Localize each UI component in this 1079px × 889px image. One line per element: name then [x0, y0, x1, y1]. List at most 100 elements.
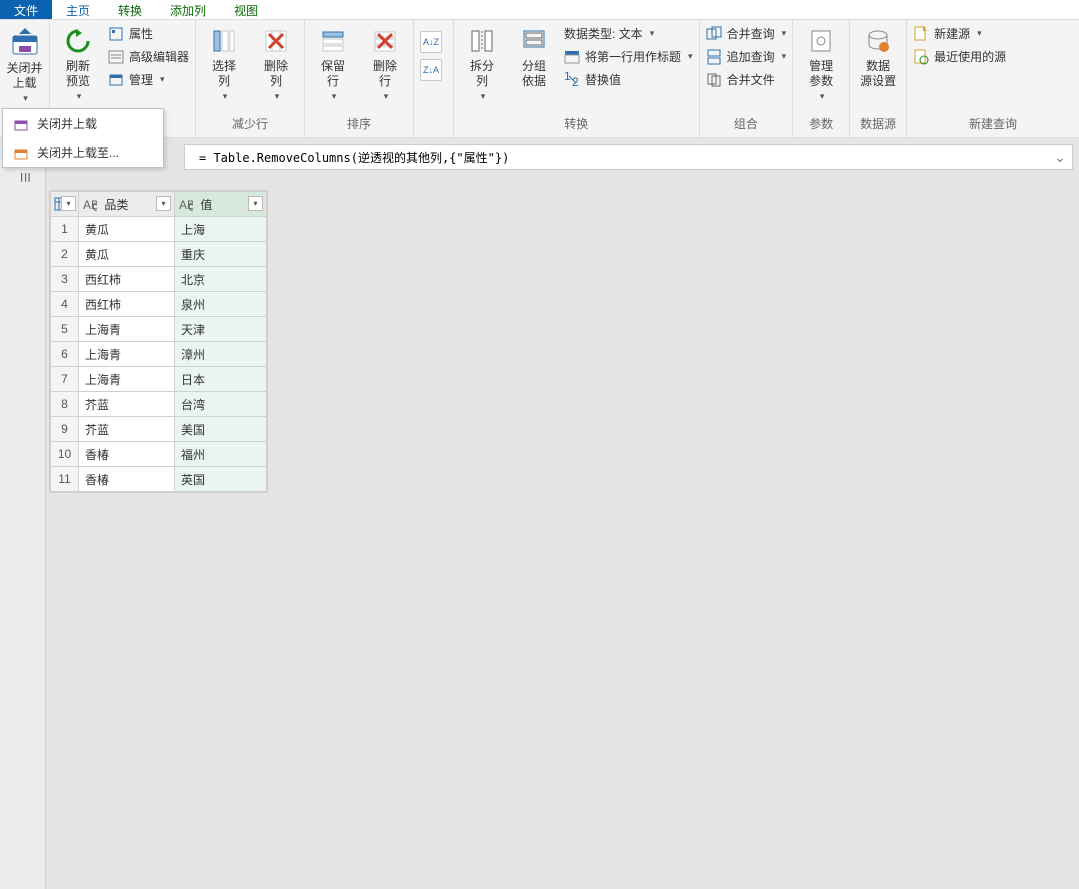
- advanced-editor-button[interactable]: 高级编辑器: [108, 48, 189, 65]
- append-queries-button[interactable]: 追加查询▾: [706, 48, 787, 65]
- svg-text:C: C: [92, 200, 97, 212]
- replace-values-button[interactable]: 12替换值: [564, 71, 693, 88]
- datasource-icon: [862, 25, 894, 57]
- manage-parameters-button[interactable]: 管理 参数▾: [799, 23, 843, 104]
- column-header-category[interactable]: ABC 品类 ▾: [79, 192, 175, 217]
- properties-icon: [108, 26, 124, 42]
- cell-value[interactable]: 天津: [175, 317, 267, 342]
- table-row[interactable]: 11香椿英国: [51, 467, 267, 492]
- queries-pane-collapsed[interactable]: ☰: [0, 160, 46, 889]
- keep-rows-button[interactable]: 保留 行▾: [311, 23, 355, 104]
- row-number: 6: [51, 342, 79, 367]
- choose-columns-icon: [208, 25, 240, 57]
- cell-category[interactable]: 上海青: [79, 367, 175, 392]
- replace-icon: 12: [564, 72, 580, 88]
- close-load-dropdown: 关闭并上载 关闭并上载至...: [2, 108, 164, 168]
- cell-value[interactable]: 上海: [175, 217, 267, 242]
- group-newquery-label: 新建查询: [913, 113, 1073, 135]
- formula-bar: ⌄: [184, 144, 1073, 170]
- close-and-load-button[interactable]: 关闭并 上载 ▾: [6, 23, 43, 106]
- formula-expand-icon[interactable]: ⌄: [1054, 149, 1066, 166]
- remove-columns-button[interactable]: 删除 列▾: [254, 23, 298, 104]
- table-row[interactable]: 2黄瓜重庆: [51, 242, 267, 267]
- cell-category[interactable]: 黄瓜: [79, 242, 175, 267]
- combine-files-button[interactable]: 合并文件: [706, 71, 787, 88]
- cell-value[interactable]: 日本: [175, 367, 267, 392]
- text-type-icon: ABC: [179, 198, 193, 212]
- table-row[interactable]: 5上海青天津: [51, 317, 267, 342]
- cell-category[interactable]: 黄瓜: [79, 217, 175, 242]
- cell-category[interactable]: 芥蓝: [79, 392, 175, 417]
- recent-sources-button[interactable]: 最近使用的源: [913, 48, 1006, 65]
- tab-file[interactable]: 文件: [0, 0, 52, 19]
- refresh-preview-button[interactable]: 刷新 预览▾: [56, 23, 100, 104]
- recent-sources-icon: [913, 49, 929, 65]
- table-row[interactable]: 4西红柿泉州: [51, 292, 267, 317]
- row-number: 9: [51, 417, 79, 442]
- close-and-load-menuitem[interactable]: 关闭并上载: [3, 109, 163, 138]
- table-row[interactable]: 3西红柿北京: [51, 267, 267, 292]
- cell-category[interactable]: 上海青: [79, 342, 175, 367]
- data-type-button[interactable]: 数据类型: 文本▾: [564, 25, 693, 42]
- cell-value[interactable]: 美国: [175, 417, 267, 442]
- tab-addcolumn[interactable]: 添加列: [156, 0, 220, 19]
- tab-view[interactable]: 视图: [220, 0, 272, 19]
- group-by-button[interactable]: 分组 依据: [512, 23, 556, 89]
- svg-text:C: C: [188, 200, 193, 212]
- cell-value[interactable]: 北京: [175, 267, 267, 292]
- properties-button[interactable]: 属性: [108, 25, 189, 42]
- table-menu-dropdown[interactable]: ▾: [61, 196, 76, 211]
- split-column-button[interactable]: 拆分 列▾: [460, 23, 504, 104]
- column-header-value[interactable]: ABC 值 ▾: [175, 192, 267, 217]
- row-number: 10: [51, 442, 79, 467]
- table-row[interactable]: 1黄瓜上海: [51, 217, 267, 242]
- first-row-headers-button[interactable]: 将第一行用作标题▾: [564, 48, 693, 65]
- column-filter-dropdown[interactable]: ▾: [248, 196, 263, 211]
- cell-value[interactable]: 台湾: [175, 392, 267, 417]
- group-rows-label: 减少行: [202, 113, 298, 135]
- new-source-button[interactable]: 新建源▾: [913, 25, 1006, 42]
- table-corner[interactable]: ▾: [51, 192, 79, 217]
- table-row[interactable]: 6上海青漳州: [51, 342, 267, 367]
- choose-columns-button[interactable]: 选择 列▾: [202, 23, 246, 104]
- cell-category[interactable]: 芥蓝: [79, 417, 175, 442]
- formula-input[interactable]: [199, 150, 1066, 164]
- svg-text:2: 2: [572, 75, 579, 88]
- table-row[interactable]: 9芥蓝美国: [51, 417, 267, 442]
- remove-rows-button[interactable]: 删除 行▾: [363, 23, 407, 104]
- cell-value[interactable]: 英国: [175, 467, 267, 492]
- keep-rows-icon: [317, 25, 349, 57]
- row-number: 5: [51, 317, 79, 342]
- cell-category[interactable]: 上海青: [79, 317, 175, 342]
- advanced-editor-icon: [108, 49, 124, 65]
- cell-category[interactable]: 西红柿: [79, 267, 175, 292]
- merge-queries-button[interactable]: 合并查询▾: [706, 25, 787, 42]
- cell-value[interactable]: 漳州: [175, 342, 267, 367]
- cell-value[interactable]: 泉州: [175, 292, 267, 317]
- cell-value[interactable]: 福州: [175, 442, 267, 467]
- close-load-menu-icon: [13, 116, 29, 132]
- cell-value[interactable]: 重庆: [175, 242, 267, 267]
- data-table: ▾ ABC 品类 ▾ ABC 值 ▾ 1黄瓜上海2黄瓜重庆3西红柿北京4西红柿泉…: [50, 191, 267, 492]
- tab-transform[interactable]: 转换: [104, 0, 156, 19]
- sort-desc-button[interactable]: Z↓A: [420, 59, 442, 81]
- tab-home[interactable]: 主页: [52, 0, 104, 19]
- data-source-settings-button[interactable]: 数据 源设置: [856, 23, 900, 89]
- table-row[interactable]: 7上海青日本: [51, 367, 267, 392]
- sort-asc-button[interactable]: A↓Z: [420, 31, 442, 53]
- group-by-icon: [518, 25, 550, 57]
- column-filter-dropdown[interactable]: ▾: [156, 196, 171, 211]
- close-load-icon: [8, 25, 42, 59]
- manage-button[interactable]: 管理▾: [108, 71, 189, 88]
- cell-category[interactable]: 香椿: [79, 467, 175, 492]
- row-number: 8: [51, 392, 79, 417]
- group-param-label: 参数: [799, 113, 843, 135]
- manage-icon: [108, 72, 124, 88]
- close-and-load-to-menuitem[interactable]: 关闭并上载至...: [3, 138, 163, 167]
- table-row[interactable]: 8芥蓝台湾: [51, 392, 267, 417]
- cell-category[interactable]: 西红柿: [79, 292, 175, 317]
- cell-category[interactable]: 香椿: [79, 442, 175, 467]
- table-row[interactable]: 10香椿福州: [51, 442, 267, 467]
- row-number: 2: [51, 242, 79, 267]
- headers-icon: [564, 49, 580, 65]
